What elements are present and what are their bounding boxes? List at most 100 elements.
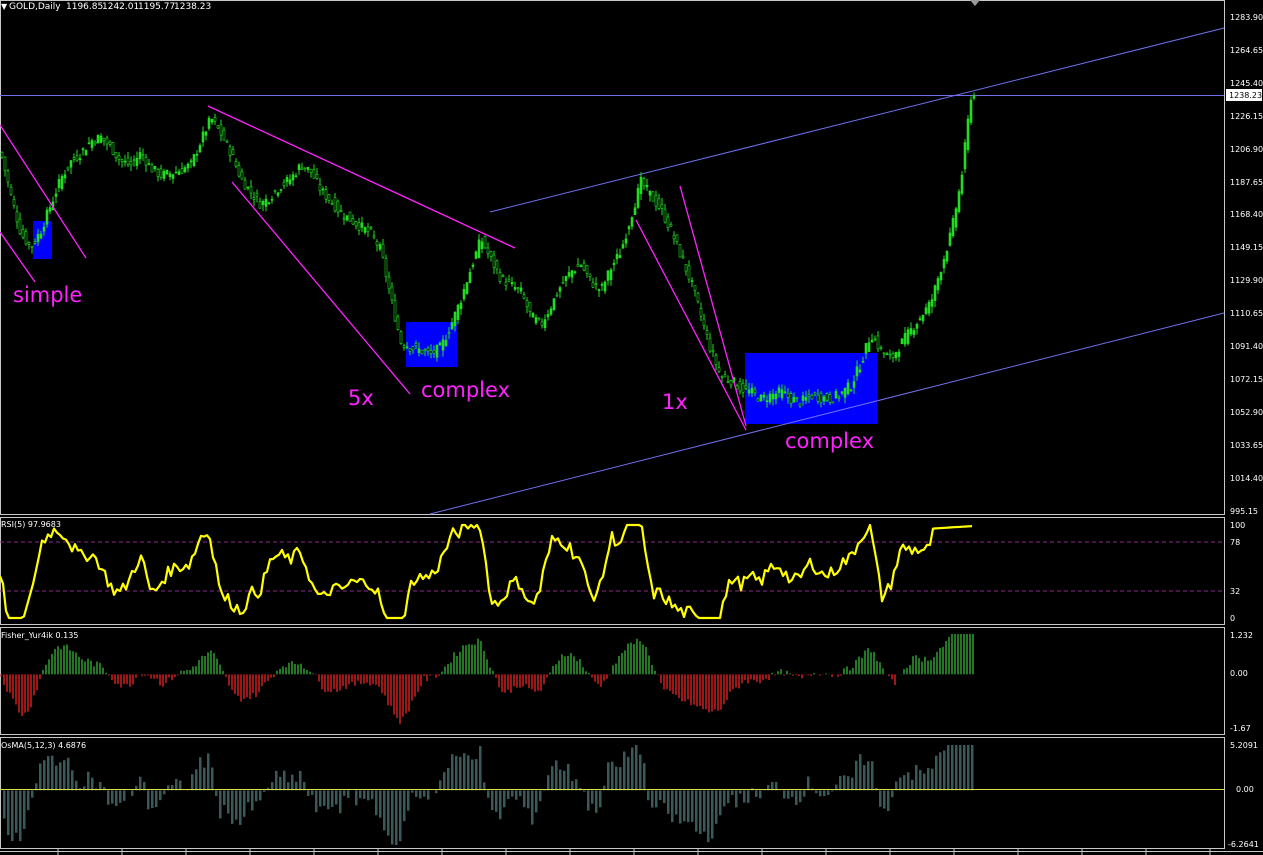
osma-bar [707, 790, 710, 843]
price-tick: 1129.90 [1230, 276, 1263, 285]
price-candle [573, 270, 577, 275]
price-candle [612, 259, 616, 272]
price-candle [132, 155, 136, 167]
price-candle [198, 143, 202, 154]
osma-bar [555, 760, 558, 791]
trend-line-lower-1 [231, 181, 411, 395]
price-candle [723, 370, 727, 378]
price-candle [375, 239, 379, 252]
fisher-tick: -1.67 [1230, 724, 1251, 733]
price-candle [123, 154, 127, 167]
price-candle [639, 172, 643, 201]
osma-bar [319, 790, 322, 807]
osma-bar [855, 760, 858, 791]
price-candle [372, 230, 376, 240]
osma-bar [499, 790, 502, 820]
annotation-complex-1: complex [421, 378, 510, 402]
osma-bar [19, 790, 22, 842]
price-candle [702, 313, 706, 330]
osma-axis: 5.2091 0.00 -6.2641 [1228, 741, 1259, 849]
osma-bar [343, 790, 346, 796]
price-candle [918, 315, 922, 322]
price-candle [210, 118, 214, 125]
price-candle [150, 162, 154, 173]
osma-histogram [3, 745, 974, 845]
current-price-label: 1238.23 [1229, 91, 1262, 100]
osma-bar [951, 745, 954, 791]
osma-bar [879, 790, 882, 807]
osma-bar [491, 790, 494, 811]
osma-bar [379, 790, 382, 818]
osma-bar [511, 790, 514, 797]
rsi-tick: 32 [1230, 587, 1240, 596]
channel-lower-line [429, 312, 1225, 515]
price-candle [6, 168, 10, 188]
price-candle [663, 204, 667, 224]
price-candle [681, 249, 685, 259]
price-candle [903, 326, 907, 347]
osma-bar [539, 790, 542, 802]
price-candle [939, 271, 943, 285]
price-candle [897, 349, 901, 362]
osma-bar [75, 780, 78, 791]
osma-bar [11, 790, 14, 841]
osma-bar [655, 790, 658, 808]
price-candle [402, 343, 406, 351]
trading-chart[interactable]: simple 5x complex 1x complex ▼ GOLD,Dail… [0, 0, 1263, 855]
price-candle [585, 264, 589, 278]
osma-bar [327, 790, 330, 810]
osma-bar [419, 790, 422, 799]
osma-bar [967, 745, 970, 791]
price-candle [597, 288, 601, 298]
price-candle [738, 377, 742, 395]
price-candle [162, 168, 166, 182]
price-candle [0, 151, 4, 159]
price-tick: 1245.40 [1230, 79, 1263, 88]
price-candle [108, 140, 112, 147]
price-candle [105, 135, 109, 151]
osma-bar [695, 790, 698, 832]
osma-bar [23, 790, 26, 829]
price-candle [285, 174, 289, 187]
osma-bar [387, 790, 390, 836]
osma-bar [903, 775, 906, 791]
price-candle [468, 268, 472, 284]
osma-bar [163, 790, 166, 795]
price-candle [228, 144, 232, 163]
price-candle [891, 351, 895, 363]
price-candle [909, 322, 913, 337]
osma-bar [619, 767, 622, 791]
price-candle [618, 248, 622, 259]
osma-bar [43, 760, 46, 791]
osma-bar [151, 790, 154, 809]
price-candle [237, 161, 241, 178]
price-candle [489, 250, 493, 262]
price-candle [645, 178, 649, 191]
osma-bar [891, 790, 894, 798]
osma-bar [87, 771, 90, 791]
osma-bar [587, 790, 590, 811]
price-candle [615, 248, 619, 265]
ohlc-low: 1195.77 [138, 2, 175, 12]
price-tick: 1226.15 [1230, 112, 1263, 121]
osma-bar [843, 775, 846, 791]
osma-bar [451, 754, 454, 791]
osma-bar [475, 759, 478, 791]
price-candle [651, 191, 655, 202]
price-candle [258, 197, 262, 209]
price-candle [315, 167, 319, 180]
osma-bar [527, 790, 530, 809]
shift-marker-icon[interactable] [970, 0, 980, 6]
price-candle [882, 352, 886, 359]
price-candle [147, 158, 151, 166]
price-candle [54, 187, 58, 204]
trend-line-drop-1 [635, 219, 747, 431]
fisher-tick: 1.232 [1230, 631, 1253, 640]
price-tick: 1052.90 [1230, 408, 1263, 417]
osma-bar [219, 790, 222, 819]
price-candle [120, 158, 124, 168]
price-candle [246, 186, 250, 191]
price-candle [726, 375, 730, 384]
osma-bar [631, 747, 634, 791]
fisher-axis: 1.232 0.00 -1.67 [1230, 631, 1253, 733]
